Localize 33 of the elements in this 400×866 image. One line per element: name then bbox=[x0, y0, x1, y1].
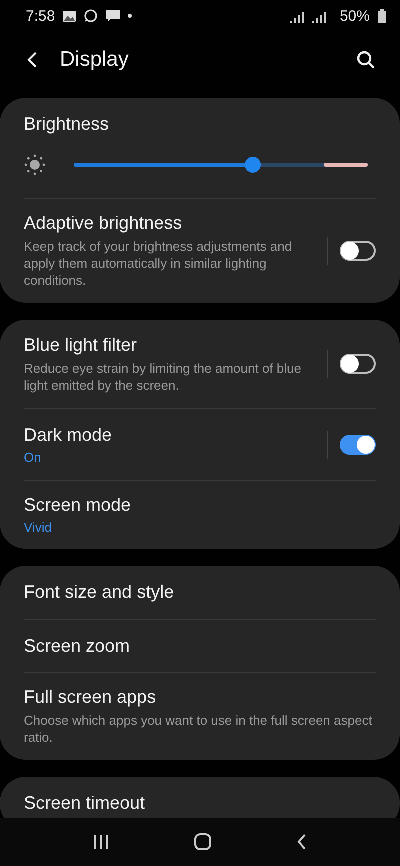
toggle-switch[interactable] bbox=[340, 354, 376, 374]
setting-description: Reduce eye strain by limiting the amount of blue light emitted by the screen. bbox=[24, 360, 302, 394]
setting-title: Screen mode bbox=[24, 495, 132, 516]
page-title: Display bbox=[60, 48, 129, 72]
setting-title: Dark mode bbox=[24, 424, 114, 446]
setting-value: Vivid bbox=[24, 520, 53, 535]
setting-title: Adaptive brightness bbox=[24, 213, 184, 234]
setting-description: Choose which apps you want to use in the full screen aspect ratio. bbox=[24, 712, 374, 746]
chat-icon bbox=[84, 9, 98, 23]
slider-thumb[interactable] bbox=[245, 157, 262, 173]
dot-icon bbox=[128, 14, 132, 18]
high-brightness-zone bbox=[324, 163, 368, 167]
message-icon bbox=[106, 10, 120, 22]
setting-title: Screen timeout bbox=[24, 793, 146, 814]
search-icon bbox=[356, 50, 376, 70]
setting-title: Blue light filter bbox=[24, 334, 138, 356]
setting-description: Keep track of your brightness adjustments and apply them automatically in similar lighting conditions. bbox=[24, 238, 294, 289]
back-icon bbox=[296, 833, 308, 851]
setting-value: On bbox=[24, 450, 42, 464]
toggle-switch[interactable] bbox=[340, 241, 376, 261]
home-icon bbox=[194, 833, 212, 851]
status-time: 7:58 bbox=[26, 8, 56, 24]
setting-title: Screen zoom bbox=[24, 636, 132, 656]
setting-title: Brightness bbox=[24, 114, 110, 135]
gallery-icon bbox=[63, 10, 76, 22]
battery-percent: 50% bbox=[340, 8, 370, 24]
brightness-icon bbox=[24, 154, 46, 176]
setting-title: Full screen apps bbox=[24, 687, 158, 708]
recent-apps-icon bbox=[92, 834, 110, 850]
toggle-switch[interactable] bbox=[340, 434, 376, 454]
battery-icon bbox=[378, 9, 386, 23]
back-icon bbox=[26, 51, 38, 69]
setting-title: Font size and style bbox=[24, 582, 176, 603]
